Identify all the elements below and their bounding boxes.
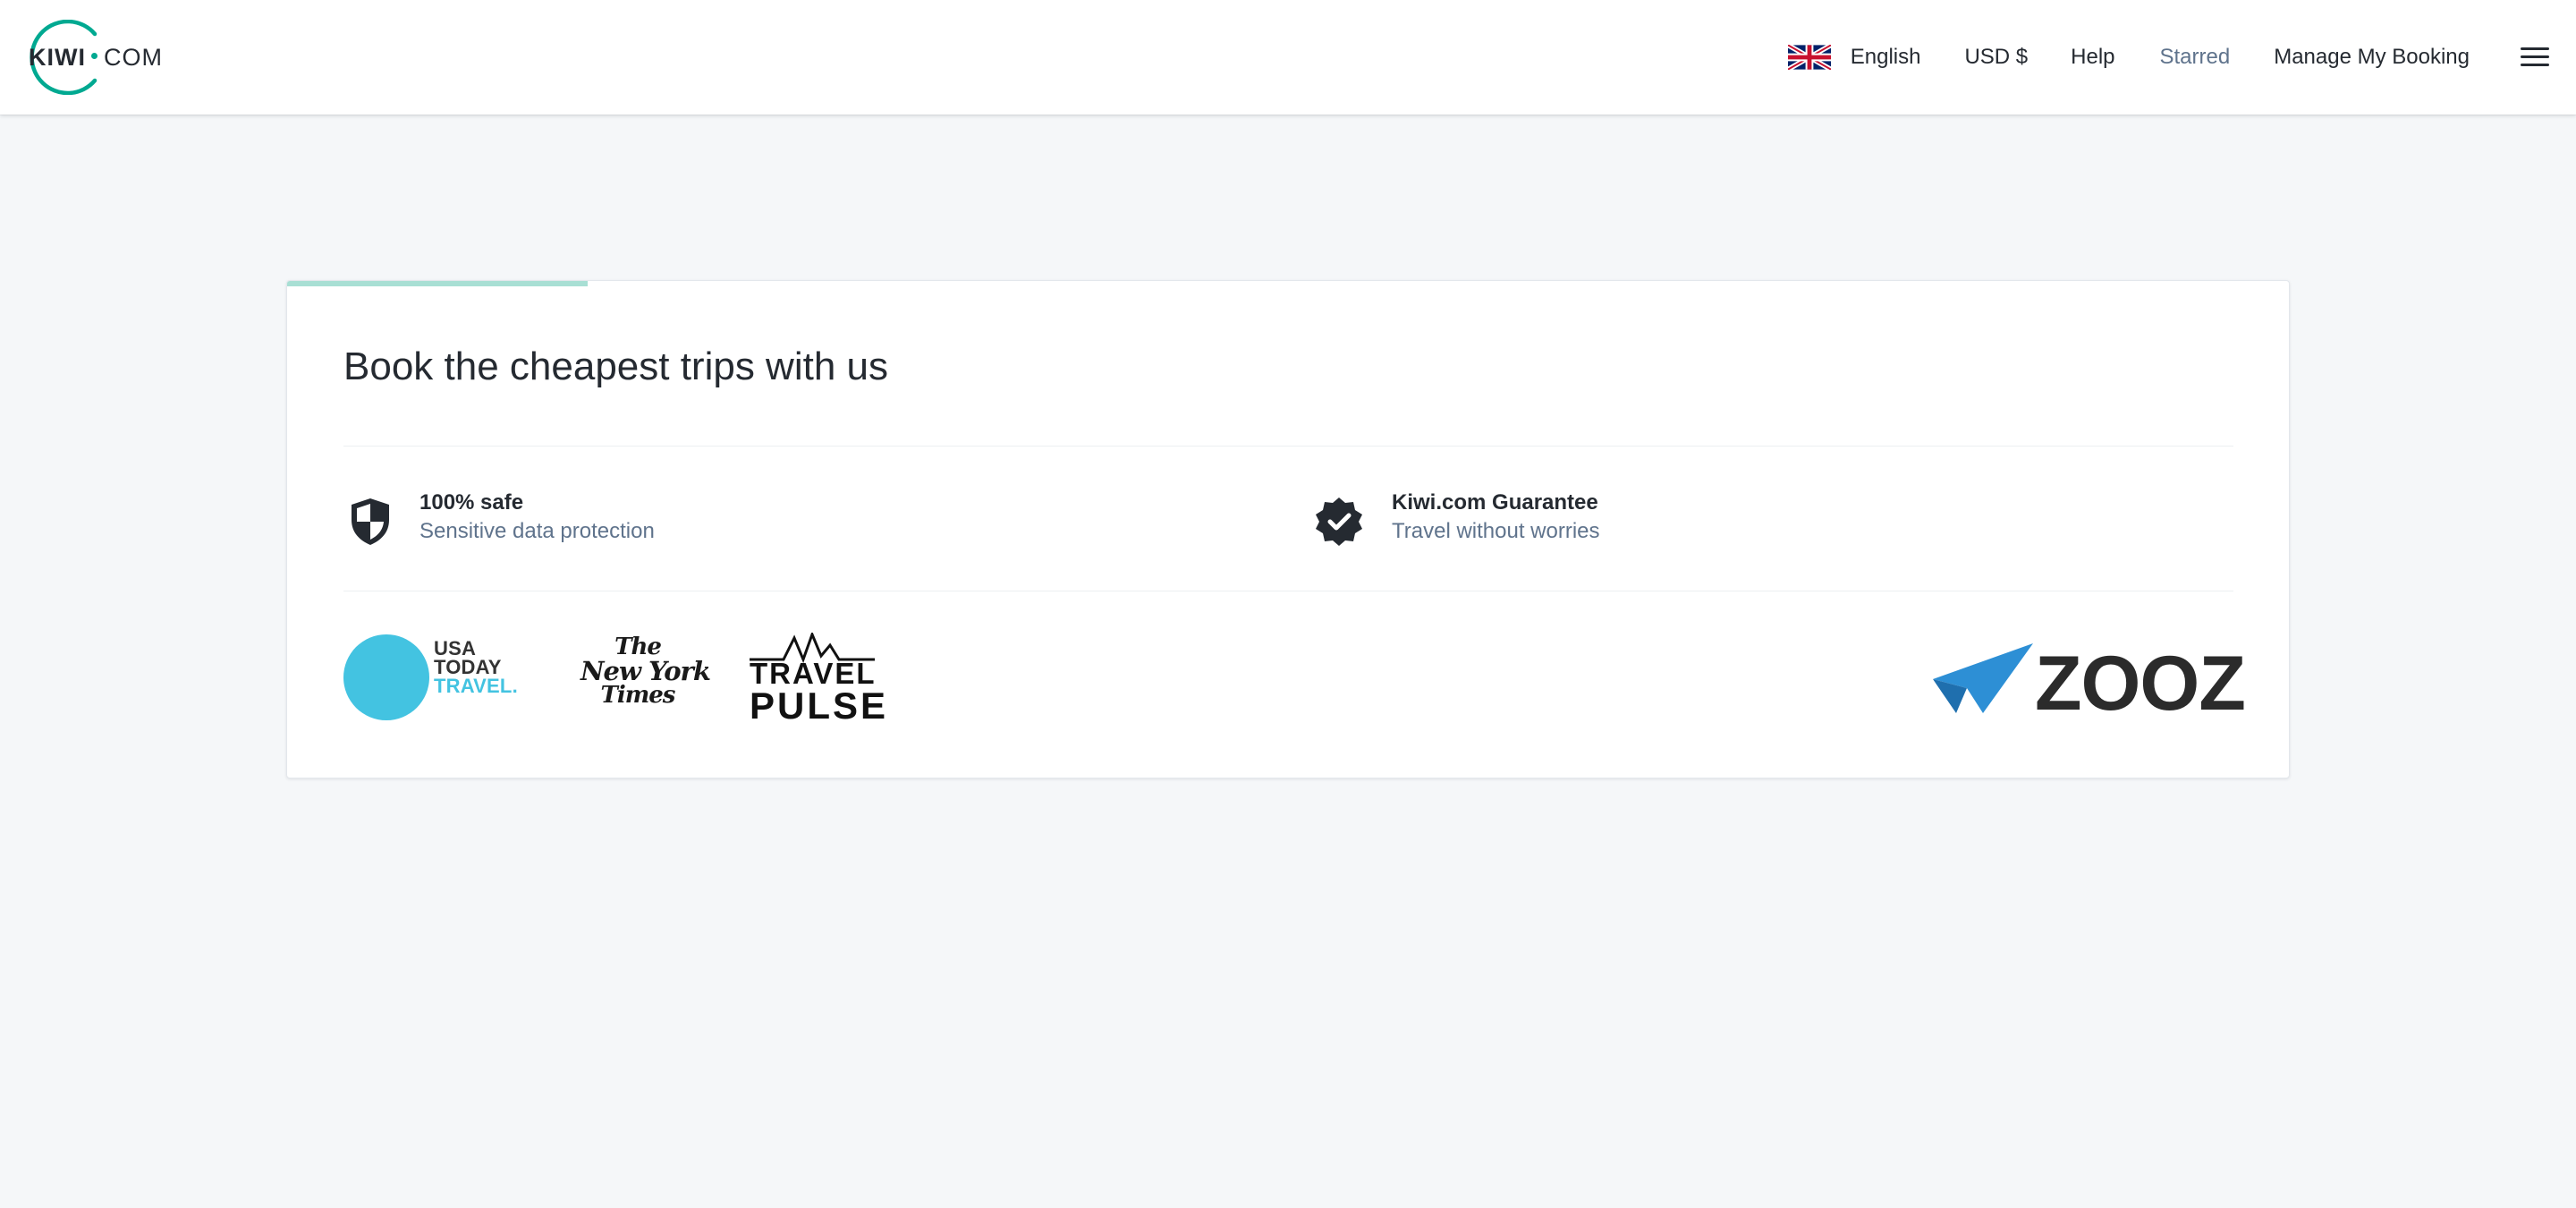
logo-dot (91, 53, 97, 60)
travel-pulse-logo: TRAVEL PULSE (750, 633, 889, 727)
help-link[interactable]: Help (2071, 43, 2114, 72)
usa-today-line2: TODAY (434, 656, 502, 678)
divider (343, 446, 2233, 447)
nyt-line3: Times (600, 682, 676, 709)
menu-bar (2521, 64, 2549, 66)
shield-icon (352, 498, 389, 545)
travel-pulse-line2: PULSE (750, 685, 889, 727)
feature-guarantee-subtitle: Travel without worries (1392, 519, 1600, 543)
usa-today-circle (343, 634, 429, 720)
feature-guarantee: Kiwi.com Guarantee Travel without worrie… (1313, 489, 1600, 548)
header-nav: English USD $ Help Starred Manage My Boo… (1787, 0, 2576, 115)
card-title: Book the cheapest trips with us (343, 345, 888, 388)
loading-progress-fill (287, 281, 588, 286)
feature-safe-title: 100% safe (419, 490, 524, 515)
booking-card: Book the cheapest trips with us 100% saf… (286, 280, 2290, 778)
hamburger-menu-icon[interactable] (2519, 45, 2551, 70)
usa-today-wordmark: USA TODAY TRAVEL. (434, 637, 518, 697)
usa-today-travel-logo: USA TODAY TRAVEL. (343, 634, 522, 724)
loading-progress-bar (287, 281, 2289, 286)
new-york-times-logo: The New York Times (580, 635, 711, 721)
logo-brand: KIWI (29, 44, 86, 71)
feature-safe-subtitle: Sensitive data protection (419, 519, 655, 543)
usa-today-line1: USA (434, 637, 477, 659)
menu-bar (2521, 55, 2549, 58)
logo-suffix: COM (104, 44, 163, 71)
nyt-line2: New York (580, 656, 711, 686)
feature-guarantee-title: Kiwi.com Guarantee (1392, 490, 1598, 515)
feature-guarantee-text: Kiwi.com Guarantee Travel without worrie… (1392, 489, 1600, 546)
usa-today-line3: TRAVEL. (434, 675, 518, 697)
zooz-wordmark: ZOOZ (2035, 641, 2246, 727)
feature-safe-text: 100% safe Sensitive data protection (419, 489, 655, 546)
kiwi-logo[interactable]: KIWI COM (16, 20, 168, 95)
verified-badge-icon (1316, 498, 1362, 546)
zooz-logo: ZOOZ (1931, 643, 2246, 724)
feature-safe: 100% safe Sensitive data protection (348, 489, 655, 548)
kiwi-logo-text: KIWI COM (29, 43, 163, 72)
uk-flag-icon (1787, 45, 1831, 70)
language-label: English (1850, 45, 1921, 69)
travel-pulse-wordmark: TRAVEL PULSE (750, 658, 889, 727)
language-selector[interactable]: English (1787, 43, 1921, 72)
manage-booking-link[interactable]: Manage My Booking (2274, 43, 2470, 72)
zooz-paper-plane-icon (1933, 643, 2033, 713)
starred-link[interactable]: Starred (2160, 43, 2231, 72)
top-header: KIWI COM English USD $ Help Starred Manag… (0, 0, 2576, 115)
menu-bar (2521, 47, 2549, 50)
currency-selector[interactable]: USD $ (1964, 43, 2028, 72)
